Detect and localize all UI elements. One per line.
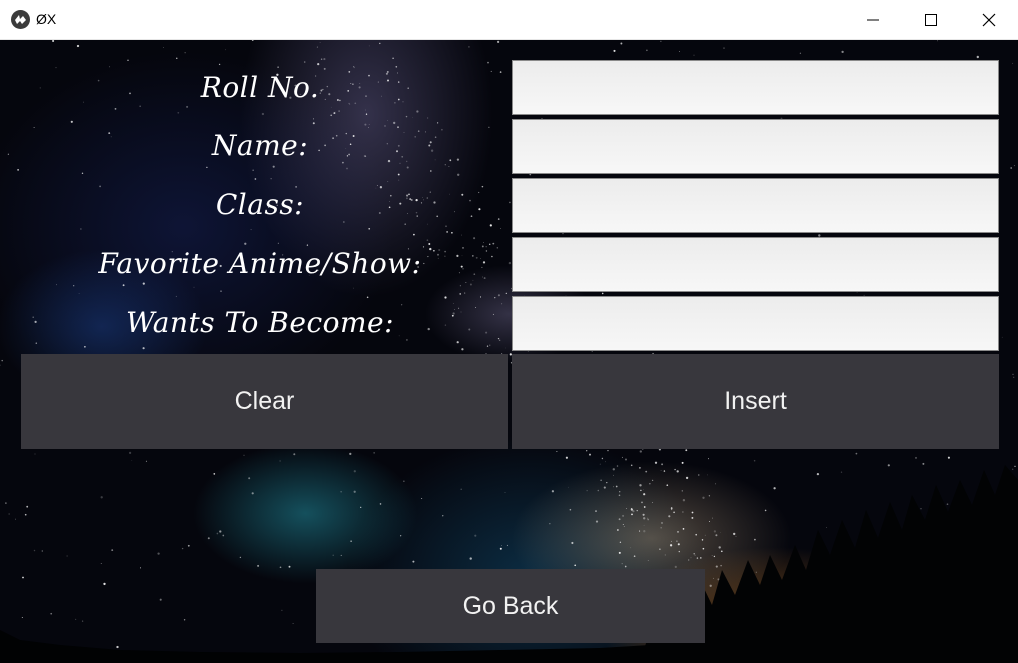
wants-to-become-input[interactable]	[512, 296, 999, 351]
class-input[interactable]	[512, 178, 999, 233]
wants-to-become-label: Wants To Become:	[125, 306, 395, 339]
name-label: Name:	[211, 129, 309, 162]
close-button[interactable]	[966, 0, 1012, 40]
go-back-button[interactable]: Go Back	[316, 569, 705, 643]
close-icon	[982, 13, 996, 27]
maximize-button[interactable]	[908, 0, 954, 40]
favorite-anime-show-input[interactable]	[512, 237, 999, 292]
window-title: ØX	[36, 11, 57, 27]
form-screen: Roll No. Name: Class: Favorite Anime/Sho…	[0, 40, 1018, 663]
minimize-button[interactable]	[850, 0, 896, 40]
title-bar: ØX	[0, 0, 1018, 40]
roll-no-label: Roll No.	[200, 71, 320, 104]
kivy-logo-icon	[11, 10, 30, 29]
roll-no-input[interactable]	[512, 60, 999, 115]
insert-button[interactable]: Insert	[512, 354, 999, 449]
maximize-icon	[925, 14, 937, 26]
clear-button[interactable]: Clear	[21, 354, 508, 449]
favorite-anime-show-label: Favorite Anime/Show:	[98, 247, 422, 280]
class-label: Class:	[215, 188, 305, 221]
minimize-icon	[867, 19, 879, 21]
name-input[interactable]	[512, 119, 999, 174]
app-window: ØX Roll No. Name: Class: Favorite Anime/…	[0, 0, 1018, 663]
